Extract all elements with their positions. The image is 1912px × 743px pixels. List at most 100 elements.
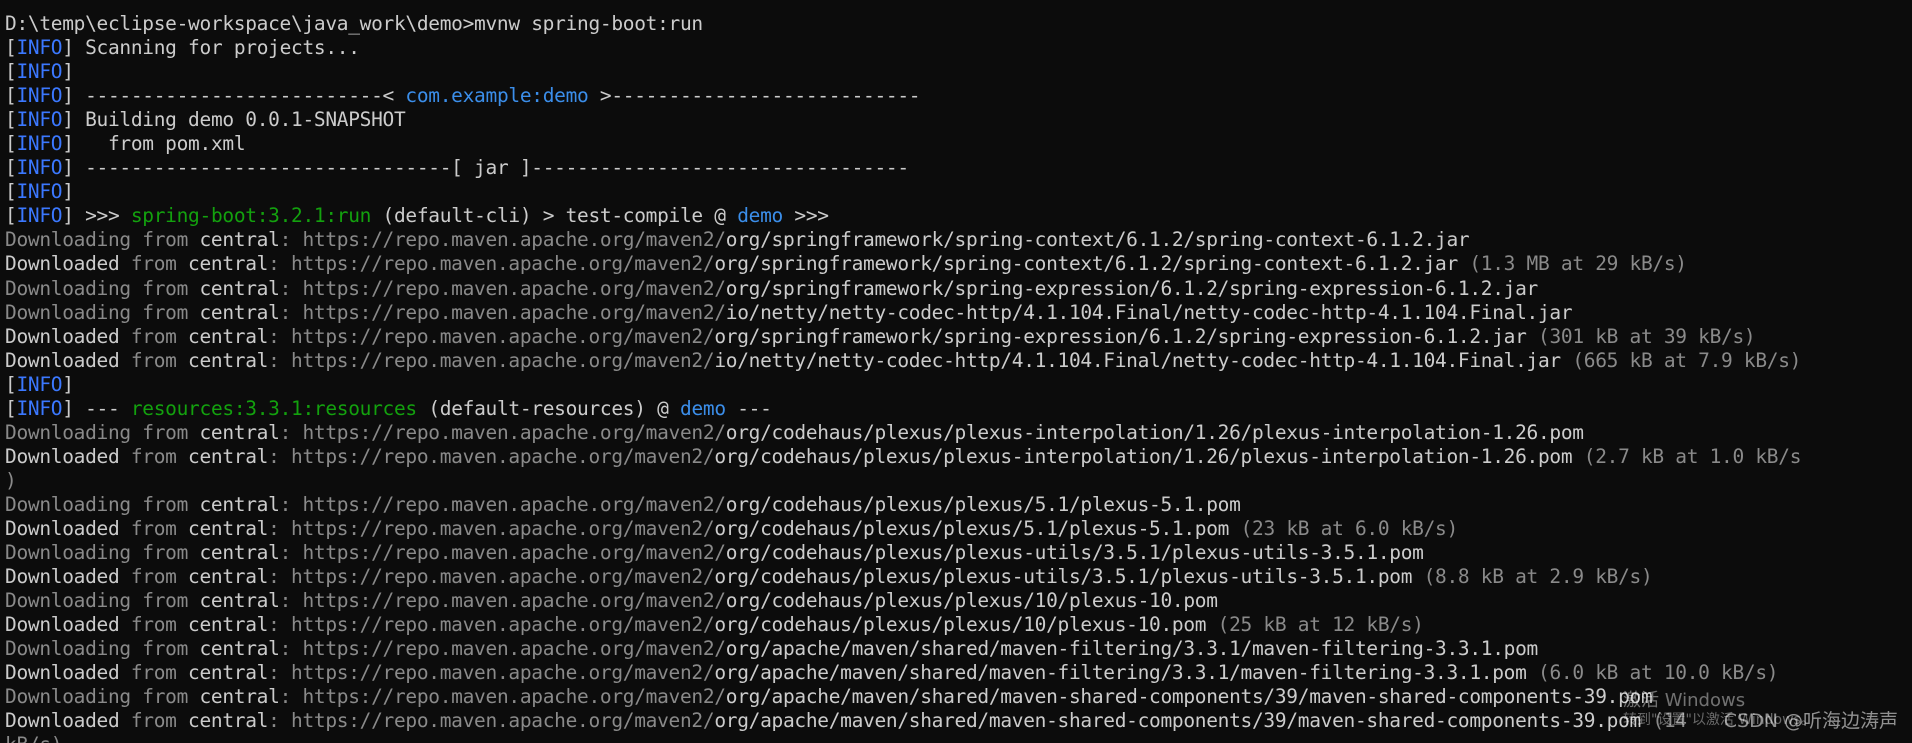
console-text: central: [199, 300, 280, 324]
console-text: central: [188, 565, 269, 589]
console-dim-text: (6.0 kB at 10.0 kB/s): [1526, 661, 1779, 685]
console-text: ] Building demo 0.0.1-SNAPSHOT: [62, 108, 406, 132]
console-line: Downloading from central: https://repo.m…: [5, 637, 1910, 661]
terminal-output[interactable]: D:\temp\eclipse-workspace\java_work\demo…: [5, 12, 1910, 743]
console-text: central: [188, 252, 269, 276]
console-line: Downloaded from central: https://repo.ma…: [5, 252, 1910, 276]
console-text: org/codehaus/plexus/plexus/5.1/plexus-5.…: [725, 492, 1241, 516]
console-text: >>>: [782, 204, 829, 228]
console-line: D:\temp\eclipse-workspace\java_work\demo…: [5, 12, 1910, 36]
console-dim-text: : https://repo.maven.apache.org/maven2/: [279, 685, 726, 709]
console-dim-text: Downloading from: [5, 541, 200, 565]
console-dim-text: : https://repo.maven.apache.org/maven2/: [279, 492, 726, 516]
console-text: central: [188, 709, 269, 733]
console-text: ] from pom.xml: [62, 132, 246, 156]
plugin-goal: spring-boot:3.2.1:run: [130, 204, 372, 228]
console-line: [INFO] >>> spring-boot:3.2.1:run (defaul…: [5, 204, 1910, 228]
console-text: org/springframework/spring-context/6.1.2…: [725, 228, 1470, 252]
console-text: central: [188, 661, 269, 685]
console-dim-text: from: [130, 444, 189, 468]
console-text: [: [5, 108, 17, 132]
console-line: [INFO] --------------------------< com.e…: [5, 84, 1910, 108]
console-line: Downloading from central: https://repo.m…: [5, 277, 1910, 301]
log-level-info: INFO: [16, 108, 63, 132]
console-dim-text: Downloading from: [5, 637, 200, 661]
console-dim-text: : https://repo.maven.apache.org/maven2/: [268, 661, 715, 685]
console-dim-text: from: [130, 709, 189, 733]
console-text: ] >>>: [62, 204, 131, 228]
console-line: ): [5, 469, 1910, 493]
console-dim-text: Downloading from: [5, 276, 200, 300]
console-line: [INFO] --- resources:3.3.1:resources (de…: [5, 397, 1910, 421]
console-dim-text: (2.7 kB at 1.0 kB/s: [1572, 444, 1802, 468]
console-line: Downloaded from central: https://repo.ma…: [5, 349, 1910, 373]
console-line: Downloading from central: https://repo.m…: [5, 301, 1910, 325]
console-text: central: [188, 613, 269, 637]
console-dim-text: (301 kB at 39 kB/s): [1526, 324, 1756, 348]
log-level-info: INFO: [16, 204, 63, 228]
console-text: Downloaded: [5, 252, 131, 276]
console-line: [INFO] Building demo 0.0.1-SNAPSHOT: [5, 108, 1910, 132]
console-text: central: [199, 685, 280, 709]
console-dim-text: Downloading from: [5, 492, 200, 516]
console-dim-text: from: [130, 565, 189, 589]
console-dim-text: from: [130, 661, 189, 685]
console-line: Downloading from central: https://repo.m…: [5, 589, 1910, 613]
console-dim-text: : https://repo.maven.apache.org/maven2/: [279, 300, 726, 324]
console-line: Downloaded from central: https://repo.ma…: [5, 325, 1910, 349]
console-text: org/codehaus/plexus/plexus/10/plexus-10.…: [725, 589, 1218, 613]
console-text: [: [5, 204, 17, 228]
console-text: Downloaded: [5, 444, 131, 468]
console-text: Downloaded: [5, 348, 131, 372]
console-dim-text: : https://repo.maven.apache.org/maven2/: [279, 228, 726, 252]
console-dim-text: Downloading from: [5, 228, 200, 252]
console-text: io/netty/netty-codec-http/4.1.104.Final/…: [714, 348, 1561, 372]
console-line: Downloaded from central: https://repo.ma…: [5, 709, 1910, 733]
console-line: Downloading from central: https://repo.m…: [5, 421, 1910, 445]
plugin-goal: resources:3.3.1:resources: [130, 396, 417, 420]
console-dim-text: : https://repo.maven.apache.org/maven2/: [268, 348, 715, 372]
console-dim-text: (665 kB at 7.9 kB/s): [1560, 348, 1802, 372]
console-text: [: [5, 36, 17, 60]
log-level-info: INFO: [16, 372, 63, 396]
console-text: central: [199, 637, 280, 661]
console-text: ] --------------------------<: [62, 84, 406, 108]
console-text: central: [188, 348, 269, 372]
console-text: Downloaded: [5, 661, 131, 685]
console-line: [INFO] --------------------------------[…: [5, 156, 1910, 180]
console-line: [INFO]: [5, 373, 1910, 397]
console-line: Downloaded from central: https://repo.ma…: [5, 613, 1910, 637]
console-text: central: [199, 541, 280, 565]
console-text: central: [199, 589, 280, 613]
console-line: [INFO] from pom.xml: [5, 132, 1910, 156]
console-text: Downloaded: [5, 565, 131, 589]
console-text: [: [5, 372, 17, 396]
artifact-name: com.example:demo: [405, 84, 589, 108]
artifact-name: demo: [737, 204, 783, 228]
console-text: org/codehaus/plexus/plexus/10/plexus-10.…: [714, 613, 1207, 637]
console-text: central: [199, 492, 280, 516]
console-text: Downloaded: [5, 324, 131, 348]
console-text: Downloaded: [5, 516, 131, 540]
console-text: org/apache/maven/shared/maven-filtering/…: [725, 637, 1539, 661]
console-dim-text: from: [130, 252, 189, 276]
console-text: ]: [62, 60, 74, 84]
log-level-info: INFO: [16, 84, 63, 108]
artifact-name: demo: [680, 396, 726, 420]
console-line: [INFO]: [5, 180, 1910, 204]
console-line: Downloading from central: https://repo.m…: [5, 541, 1910, 565]
console-dim-text: : https://repo.maven.apache.org/maven2/: [279, 276, 726, 300]
console-dim-text: from: [130, 613, 189, 637]
console-line: Downloading from central: https://repo.m…: [5, 228, 1910, 252]
console-text: ---: [725, 396, 772, 420]
console-text: [: [5, 60, 17, 84]
console-text: ] ---: [62, 396, 131, 420]
console-text: org/codehaus/plexus/plexus-interpolation…: [725, 420, 1584, 444]
console-text: central: [199, 276, 280, 300]
console-text: >---------------------------: [588, 84, 921, 108]
console-line: Downloaded from central: https://repo.ma…: [5, 445, 1910, 469]
console-text: org/apache/maven/shared/maven-shared-com…: [714, 709, 1641, 733]
console-line: Downloaded from central: https://repo.ma…: [5, 517, 1910, 541]
console-text: [: [5, 396, 17, 420]
log-level-info: INFO: [16, 156, 63, 180]
